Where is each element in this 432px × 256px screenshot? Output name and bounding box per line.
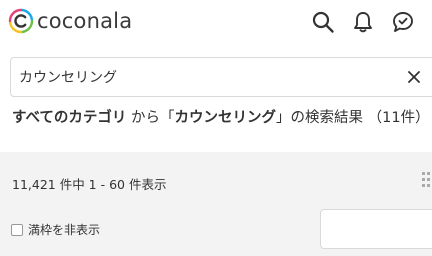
close-icon xyxy=(408,71,420,83)
search-box xyxy=(10,57,432,97)
search-clear-button[interactable] xyxy=(404,67,424,87)
hide-full-label: 満枠を非表示 xyxy=(28,223,101,237)
hide-full-filter[interactable]: 満枠を非表示 xyxy=(11,221,100,238)
bell-icon xyxy=(354,12,372,33)
result-from: から「 xyxy=(126,110,175,126)
search-input[interactable] xyxy=(19,58,399,96)
result-keyword: カウンセリング xyxy=(174,110,277,126)
coconala-logo-icon xyxy=(8,8,34,34)
header-message-button[interactable] xyxy=(389,8,417,36)
grid-view-icon[interactable] xyxy=(418,170,432,190)
hide-full-checkbox[interactable] xyxy=(11,223,23,236)
result-suffix: 」の検索結果 （11件） xyxy=(276,110,430,126)
logo-text: coconala xyxy=(37,9,133,33)
coconala-logo[interactable]: coconala xyxy=(8,6,132,36)
search-result-heading: すべてのカテゴリ から「カウンセリング」の検索結果 （11件） xyxy=(12,107,432,129)
result-count: 11,421 件中 1 - 60 件表示 xyxy=(12,177,167,192)
header-search-button[interactable] xyxy=(309,8,337,36)
sort-select[interactable] xyxy=(320,209,432,249)
result-category: すべてのカテゴリ xyxy=(12,110,127,126)
search-icon xyxy=(312,11,334,33)
chat-icon xyxy=(393,12,413,32)
app-header: coconala xyxy=(0,0,432,44)
header-notification-button[interactable] xyxy=(349,8,377,36)
